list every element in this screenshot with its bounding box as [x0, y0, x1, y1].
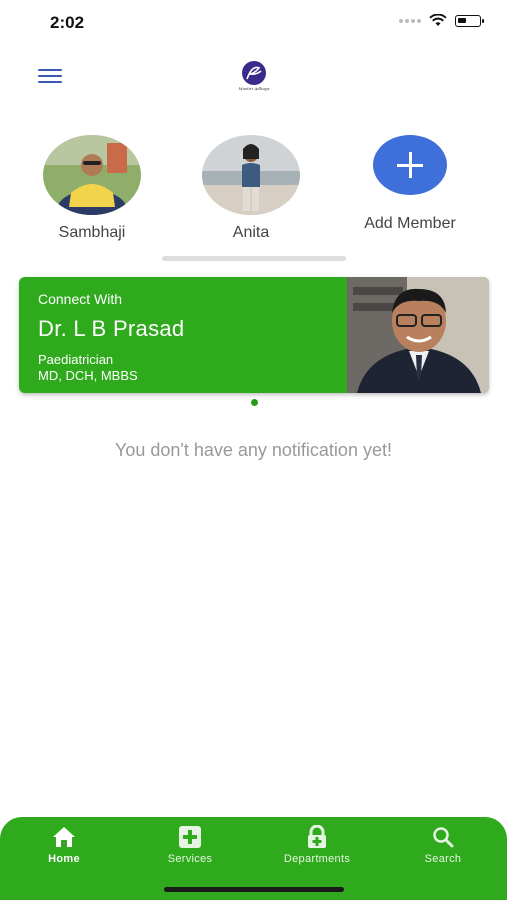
nav-label: Search: [424, 853, 462, 865]
nav-home[interactable]: Home: [9, 825, 119, 865]
nav-label: Services: [167, 853, 213, 865]
add-member-label: Add Member: [364, 215, 456, 232]
avatar: [43, 135, 141, 215]
status-time: 2:02: [50, 13, 85, 32]
medical-plus-icon: [179, 826, 201, 848]
carousel-dot[interactable]: [251, 399, 258, 406]
member-name: Sambhaji: [58, 224, 126, 241]
doctor-degrees: MD, DCH, MBBS: [38, 368, 138, 383]
member-anita[interactable]: Anita: [196, 135, 306, 242]
status-bar: 2:02: [0, 0, 507, 44]
doctor-photo: [347, 277, 489, 393]
lock-plus-icon: [308, 825, 326, 848]
family-members: Sambhaji Anita Add Member: [0, 135, 507, 245]
nav-services[interactable]: Services: [135, 825, 245, 865]
empty-notification-message: You don't have any notification yet!: [115, 440, 392, 460]
connect-with-label: Connect With: [38, 291, 123, 307]
home-icon: [53, 827, 75, 847]
logo-text: Mastiri Adhaya: [238, 86, 270, 91]
status-icons: [399, 14, 484, 27]
members-scrollbar[interactable]: [162, 256, 346, 261]
menu-icon[interactable]: [38, 69, 62, 83]
member-name: Anita: [232, 224, 270, 241]
battery-icon: [455, 14, 484, 27]
nav-label: Home: [48, 853, 80, 865]
home-indicator: [164, 887, 344, 892]
avatar: [202, 135, 300, 215]
signal-icon: [399, 18, 421, 23]
wifi-icon: [429, 14, 447, 26]
banner-text: Connect With Dr. L B Prasad Paediatricia…: [38, 291, 184, 383]
member-sambhaji[interactable]: Sambhaji: [37, 135, 147, 242]
nav-search[interactable]: Search: [388, 825, 498, 865]
app-header: Mastiri Adhaya: [0, 52, 507, 98]
doctor-name: Dr. L B Prasad: [38, 316, 185, 341]
nav-departments[interactable]: Departments: [262, 825, 372, 865]
app-logo: Mastiri Adhaya: [234, 59, 274, 95]
doctor-speciality: Paediatrician: [38, 352, 114, 367]
doctor-banner[interactable]: Connect With Dr. L B Prasad Paediatricia…: [19, 277, 489, 393]
search-icon: [433, 827, 454, 848]
nav-label: Departments: [283, 853, 351, 865]
plus-icon: [373, 135, 447, 195]
add-member-button[interactable]: Add Member: [355, 135, 465, 233]
